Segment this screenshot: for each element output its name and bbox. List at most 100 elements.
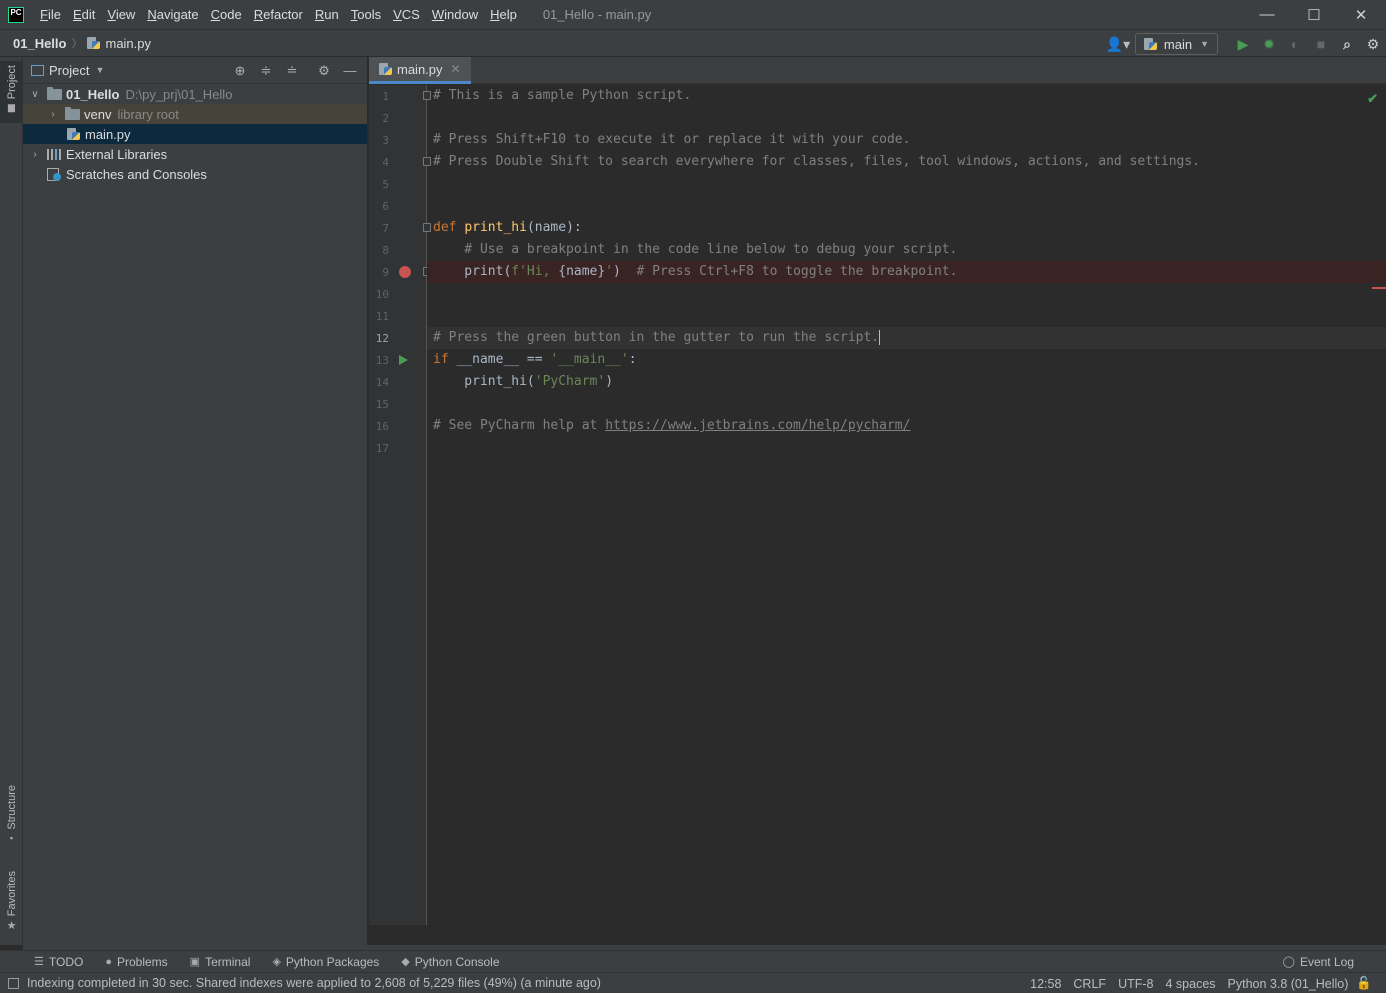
tab-label: main.py bbox=[397, 61, 443, 77]
coverage-icon[interactable]: ◐ bbox=[1282, 30, 1308, 58]
run-gutter-icon[interactable] bbox=[399, 355, 408, 365]
code-line-3: # Press Shift+F10 to execute it or repla… bbox=[427, 129, 1386, 151]
structure-tool-button[interactable]: Structure ▪ bbox=[0, 785, 23, 855]
debug-icon[interactable]: ✹ bbox=[1256, 30, 1282, 58]
search-icon[interactable]: ⌕ bbox=[1334, 30, 1360, 58]
favorites-tool-button[interactable]: Favorites ★ bbox=[0, 871, 23, 941]
tab-problems[interactable]: ● Problems bbox=[105, 955, 167, 969]
user-icon[interactable]: 👤▾ bbox=[1101, 30, 1135, 58]
line-number: 7 bbox=[382, 222, 389, 235]
main-file-label: main.py bbox=[85, 126, 131, 142]
code-line-16: # See PyCharm help at https://www.jetbra… bbox=[427, 415, 1386, 437]
tab-python-console[interactable]: ◆ Python Console bbox=[401, 955, 499, 969]
terminal-icon: ▣ bbox=[189, 956, 201, 968]
gear-icon[interactable]: ⚙ bbox=[311, 57, 337, 84]
window-title: 01_Hello - main.py bbox=[542, 7, 652, 22]
project-panel: Project ▼ ⊕ ≑ ≐ ⚙ — ∨ 01_Hello D:\py_prj… bbox=[23, 57, 368, 945]
code-line-9: print(f'Hi, {name}') # Press Ctrl+F8 to … bbox=[427, 261, 1386, 283]
event-log-button[interactable]: ◯ Event Log bbox=[1283, 955, 1354, 969]
breadcrumb-project[interactable]: 01_Hello bbox=[13, 36, 66, 51]
tree-item-main-py[interactable]: main.py bbox=[23, 124, 367, 144]
tree-item-root[interactable]: ∨ 01_Hello D:\py_prj\01_Hello bbox=[23, 84, 367, 104]
code-text: print_hi( bbox=[433, 374, 535, 389]
tab-main-py[interactable]: main.py ✕ bbox=[369, 57, 471, 84]
line-number: 4 bbox=[382, 156, 389, 169]
line-number: 12 bbox=[375, 332, 389, 345]
line-separator[interactable]: CRLF bbox=[1073, 977, 1106, 991]
scratches-icon bbox=[47, 167, 61, 181]
close-tab-icon[interactable]: ✕ bbox=[451, 62, 461, 76]
menu-vcs[interactable]: VCS bbox=[387, 0, 426, 29]
python-interpreter[interactable]: Python 3.8 (01_Hello) bbox=[1228, 977, 1349, 991]
tab-python-packages[interactable]: ◈ Python Packages bbox=[272, 955, 379, 969]
chevron-right-icon[interactable]: › bbox=[47, 109, 59, 120]
expand-all-icon[interactable]: ≑ bbox=[253, 57, 279, 84]
line-number: 11 bbox=[375, 310, 389, 323]
breakpoint-icon[interactable] bbox=[399, 266, 411, 278]
code-line-8: # Use a breakpoint in the code line belo… bbox=[427, 239, 1386, 261]
project-panel-header: Project ▼ ⊕ ≑ ≐ ⚙ — bbox=[23, 57, 367, 84]
code-editor[interactable]: 1 2 3 4 5 6 7 8 9 10 11 12 13 14 15 16 1… bbox=[369, 85, 1386, 925]
breadcrumb-file[interactable]: main.py bbox=[105, 36, 151, 51]
code-comment: # Press Ctrl+F8 to toggle the breakpoint… bbox=[636, 264, 958, 279]
menu-file[interactable]: File bbox=[34, 0, 67, 29]
menu-code[interactable]: Code bbox=[205, 0, 248, 29]
toggle-tool-windows-icon[interactable] bbox=[8, 977, 19, 989]
tab-todo-label: TODO bbox=[48, 954, 84, 969]
run-configuration-select[interactable]: main ▼ bbox=[1134, 33, 1218, 55]
editor-gutter[interactable]: 1 2 3 4 5 6 7 8 9 10 11 12 13 14 15 16 1… bbox=[369, 85, 431, 925]
chevron-down-icon[interactable]: ∨ bbox=[29, 89, 41, 100]
inspection-ok-icon[interactable]: ✔ bbox=[1367, 91, 1378, 107]
line-number: 15 bbox=[375, 398, 389, 411]
maximize-button[interactable]: ☐ bbox=[1291, 0, 1337, 29]
code-comment: # Use a breakpoint in the code line belo… bbox=[433, 242, 958, 257]
event-log-icon: ◯ bbox=[1282, 956, 1295, 968]
minimize-button[interactable]: — bbox=[1244, 0, 1290, 29]
menu-window[interactable]: Window bbox=[426, 0, 484, 29]
venv-hint: library root bbox=[117, 106, 179, 122]
line-number: 10 bbox=[375, 288, 389, 301]
breakpoint-marker-stripe[interactable] bbox=[1372, 287, 1386, 289]
menu-help[interactable]: Help bbox=[484, 0, 523, 29]
tree-item-scratches[interactable]: Scratches and Consoles bbox=[23, 164, 367, 184]
menu-tools[interactable]: Tools bbox=[345, 0, 387, 29]
status-message[interactable]: Indexing completed in 30 sec. Shared ind… bbox=[27, 976, 601, 990]
line-number: 14 bbox=[375, 376, 389, 389]
hide-panel-icon[interactable]: — bbox=[337, 57, 363, 84]
help-link[interactable]: https://www.jetbrains.com/help/pycharm/ bbox=[605, 418, 910, 433]
python-file-icon bbox=[87, 36, 101, 50]
menu-edit[interactable]: Edit bbox=[67, 0, 101, 29]
menu-navigate[interactable]: Navigate bbox=[141, 0, 204, 29]
tab-todo[interactable]: ☰ TODO bbox=[34, 955, 83, 969]
code-line-14: print_hi('PyCharm') bbox=[427, 371, 1386, 393]
indent-setting[interactable]: 4 spaces bbox=[1165, 977, 1215, 991]
file-encoding[interactable]: UTF-8 bbox=[1118, 977, 1153, 991]
tree-item-venv[interactable]: › venv library root bbox=[23, 104, 367, 124]
menu-run[interactable]: Run bbox=[309, 0, 345, 29]
code-comment: # Press Double Shift to search everywher… bbox=[433, 154, 1201, 169]
code-string: '__main__' bbox=[550, 352, 629, 367]
stop-icon[interactable]: ■ bbox=[1308, 30, 1334, 58]
project-view-select[interactable]: Project bbox=[49, 63, 89, 78]
collapse-all-icon[interactable]: ≐ bbox=[279, 57, 305, 84]
menu-refactor[interactable]: Refactor bbox=[248, 0, 309, 29]
menu-view[interactable]: View bbox=[101, 0, 141, 29]
project-tool-button[interactable]: Project ▆ bbox=[0, 61, 23, 123]
locate-icon[interactable]: ⊕ bbox=[227, 57, 253, 84]
lock-icon[interactable]: 🔓 bbox=[1356, 976, 1372, 991]
settings-icon[interactable]: ⚙ bbox=[1360, 30, 1386, 58]
structure-icon: ▪ bbox=[9, 832, 14, 843]
code-line-7: def print_hi(name): bbox=[427, 217, 1386, 239]
close-window-button[interactable]: ✕ bbox=[1338, 0, 1384, 29]
tab-terminal[interactable]: ▣ Terminal bbox=[190, 955, 251, 969]
root-folder-path: D:\py_prj\01_Hello bbox=[125, 86, 233, 102]
tab-python-console-label: Python Console bbox=[414, 954, 500, 969]
code-text: (name): bbox=[526, 220, 582, 235]
caret-position[interactable]: 12:58 bbox=[1030, 977, 1061, 991]
external-libraries-label: External Libraries bbox=[66, 146, 168, 162]
chevron-down-icon[interactable]: ▼ bbox=[95, 65, 104, 75]
run-icon[interactable]: ▶ bbox=[1230, 30, 1256, 58]
folder-icon bbox=[47, 86, 62, 100]
tree-item-external-libraries[interactable]: › External Libraries bbox=[23, 144, 367, 164]
chevron-right-icon[interactable]: › bbox=[29, 149, 41, 160]
